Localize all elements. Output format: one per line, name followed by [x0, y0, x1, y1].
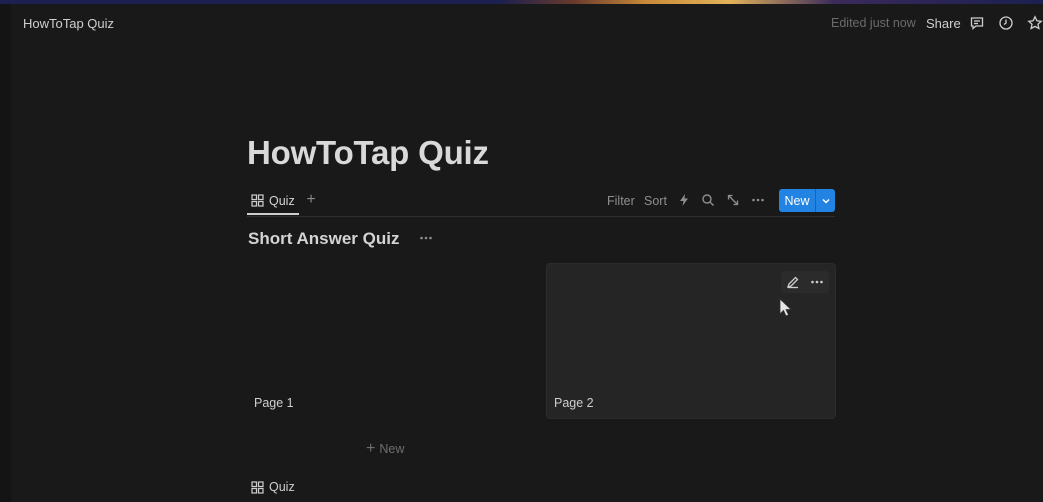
chevron-down-icon[interactable] [816, 189, 835, 212]
edited-status: Edited just now [831, 16, 916, 30]
tab-quiz-bottom[interactable]: Quiz [251, 480, 295, 494]
card-title: Page 2 [554, 396, 594, 410]
clock-icon[interactable] [995, 12, 1017, 34]
new-card-button[interactable]: + New [366, 440, 405, 457]
card-actions [781, 271, 829, 293]
new-button-label[interactable]: New [779, 189, 815, 212]
gallery-card[interactable]: Page 2 [547, 264, 835, 418]
share-button[interactable]: Share [926, 16, 961, 31]
new-card-label: New [379, 442, 405, 456]
section-title[interactable]: Short Answer Quiz [248, 229, 399, 249]
bottom-tab-label: Quiz [269, 480, 295, 494]
database-view-bar: Quiz + Filter Sort New [247, 188, 835, 217]
comment-icon[interactable] [966, 12, 988, 34]
add-view-button[interactable]: + [303, 192, 319, 208]
lightning-icon[interactable] [676, 192, 692, 208]
mouse-cursor-icon [779, 298, 792, 317]
plus-icon: + [366, 440, 376, 457]
gallery-icon [251, 480, 264, 494]
expand-icon[interactable] [725, 192, 741, 208]
tab-quiz[interactable]: Quiz [247, 188, 299, 215]
section-more-icon[interactable] [418, 230, 434, 246]
top-bar: HowToTap Quiz Edited just now Share [11, 4, 1043, 42]
page-title[interactable]: HowToTap Quiz [247, 134, 489, 172]
more-icon[interactable] [805, 271, 829, 293]
gallery-icon [251, 194, 264, 207]
search-icon[interactable] [700, 192, 716, 208]
workspace-title[interactable]: HowToTap Quiz [23, 16, 114, 31]
filter-button[interactable]: Filter [607, 194, 635, 208]
star-icon[interactable] [1024, 12, 1043, 34]
tab-quiz-label: Quiz [269, 193, 295, 208]
gallery-card[interactable]: Page 1 [247, 264, 535, 418]
more-icon[interactable] [750, 192, 766, 208]
sidebar-edge [0, 4, 11, 502]
sort-button[interactable]: Sort [644, 194, 667, 208]
edit-icon[interactable] [781, 271, 805, 293]
card-title: Page 1 [254, 396, 294, 410]
new-button[interactable]: New [779, 189, 835, 212]
